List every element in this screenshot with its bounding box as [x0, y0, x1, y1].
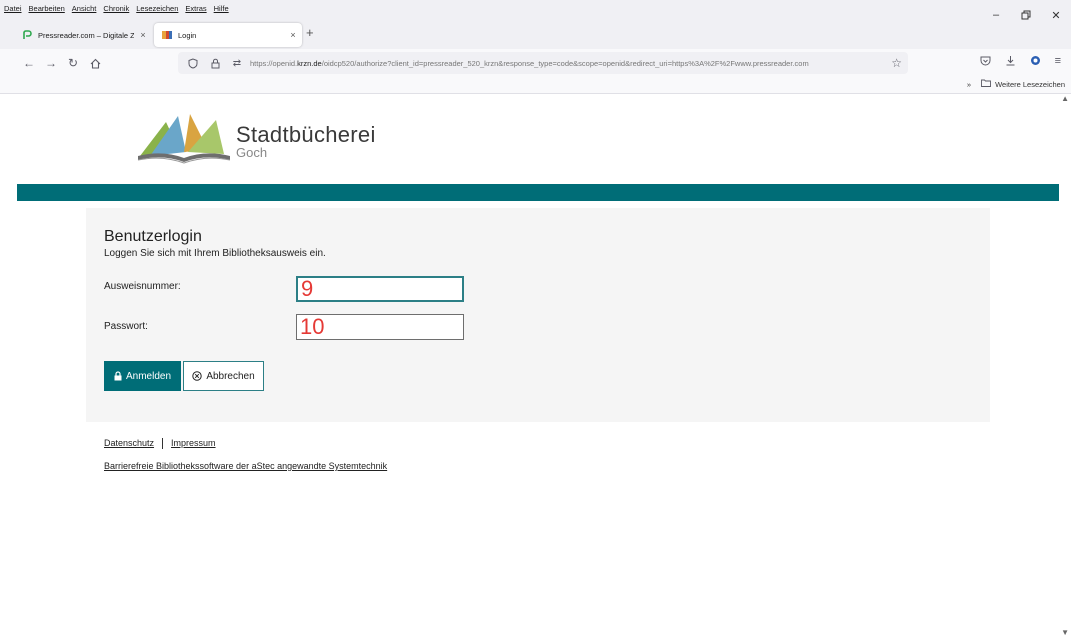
footer-software: Barrierefreie Bibliothekssoftware der aS…: [104, 461, 387, 471]
bookmarks-bar: » Weitere Lesezeichen: [0, 77, 1071, 94]
hamburger-menu-icon[interactable]: ≡: [1055, 55, 1061, 69]
footer-links: Datenschutz Impressum: [104, 438, 216, 450]
cancel-circle-icon: [192, 371, 203, 381]
bookmark-folder-other[interactable]: Weitere Lesezeichen: [995, 80, 1065, 89]
login-subtitle: Loggen Sie sich mit Ihrem Bibliotheksaus…: [104, 248, 326, 259]
privacy-link[interactable]: Datenschutz: [104, 438, 154, 448]
scroll-up-icon[interactable]: ▲: [1061, 94, 1069, 103]
forward-arrow-icon[interactable]: →: [42, 54, 60, 72]
bookmark-star-icon[interactable]: ☆: [891, 56, 902, 70]
folder-icon: [981, 79, 992, 89]
logo-name: Stadtbücherei: [236, 122, 376, 147]
imprint-link[interactable]: Impressum: [171, 438, 216, 448]
tab-login[interactable]: Login ×: [154, 23, 302, 47]
close-tab-icon[interactable]: ×: [284, 30, 302, 40]
lock-icon: [114, 371, 122, 381]
navigation-bar: ← → ↻ ⇄ https://openid.krzn.de/oidcp520/…: [0, 49, 1071, 77]
menu-chronik[interactable]: Chronik: [103, 4, 129, 13]
menu-bar: Datei Bearbeiten Ansicht Chronik Lesezei…: [0, 0, 1071, 22]
menu-lesezeichen[interactable]: Lesezeichen: [136, 4, 178, 13]
permissions-icon[interactable]: ⇄: [230, 56, 244, 70]
password-input[interactable]: [296, 314, 464, 340]
menu-bearbeiten[interactable]: Bearbeiten: [29, 4, 65, 13]
tab-bar: Pressreader.com – Digitale Zeit × Login …: [0, 20, 1071, 49]
back-arrow-icon[interactable]: ←: [20, 54, 38, 72]
library-logo[interactable]: Stadtbücherei Goch: [136, 112, 376, 164]
address-bar[interactable]: ⇄ https://openid.krzn.de/oidcp520/author…: [178, 52, 908, 74]
tab-pressreader[interactable]: Pressreader.com – Digitale Zeit ×: [14, 23, 152, 47]
page-scrollbar[interactable]: ▲ ▼: [1059, 94, 1071, 637]
page-viewport: Stadtbücherei Goch Benutzerlogin Loggen …: [0, 94, 1071, 637]
menu-datei[interactable]: Datei: [4, 4, 22, 13]
url-text[interactable]: https://openid.krzn.de/oidcp520/authoriz…: [250, 59, 890, 68]
new-tab-button[interactable]: +: [306, 25, 314, 40]
card-number-label: Ausweisnummer:: [104, 281, 181, 292]
lock-icon[interactable]: [208, 56, 222, 70]
pocket-icon[interactable]: [980, 55, 991, 69]
download-icon[interactable]: [1005, 55, 1016, 69]
card-number-input[interactable]: [296, 276, 464, 302]
footer-separator: [162, 438, 164, 450]
menu-hilfe[interactable]: Hilfe: [214, 4, 229, 13]
scroll-down-icon[interactable]: ▼: [1061, 628, 1069, 637]
menu-ansicht[interactable]: Ansicht: [72, 4, 97, 13]
cancel-button[interactable]: Abbrechen: [183, 361, 264, 391]
login-button-label: Anmelden: [125, 370, 172, 382]
login-button[interactable]: Anmelden: [104, 361, 181, 391]
software-link[interactable]: Barrierefreie Bibliothekssoftware der aS…: [104, 461, 387, 471]
pressreader-icon: [22, 30, 32, 40]
header-band: [17, 184, 1059, 201]
login-panel: Benutzerlogin Loggen Sie sich mit Ihrem …: [86, 208, 990, 422]
password-label: Passwort:: [104, 321, 148, 332]
extension-icon[interactable]: [1030, 55, 1041, 69]
shield-icon[interactable]: [186, 56, 200, 70]
book-logo-icon: [137, 114, 231, 164]
tab-title: Pressreader.com – Digitale Zeit: [38, 30, 134, 40]
menu-extras[interactable]: Extras: [185, 4, 206, 13]
tab-title: Login: [178, 30, 197, 40]
cancel-button-label: Abbrechen: [206, 370, 255, 382]
reload-icon[interactable]: ↻: [64, 54, 82, 72]
page-title: Benutzerlogin: [104, 228, 202, 245]
home-icon[interactable]: [86, 54, 104, 72]
bookmarks-overflow-icon[interactable]: »: [967, 80, 971, 89]
logo-city: Goch: [236, 145, 268, 160]
library-favicon: [162, 30, 172, 40]
close-tab-icon[interactable]: ×: [134, 30, 152, 40]
